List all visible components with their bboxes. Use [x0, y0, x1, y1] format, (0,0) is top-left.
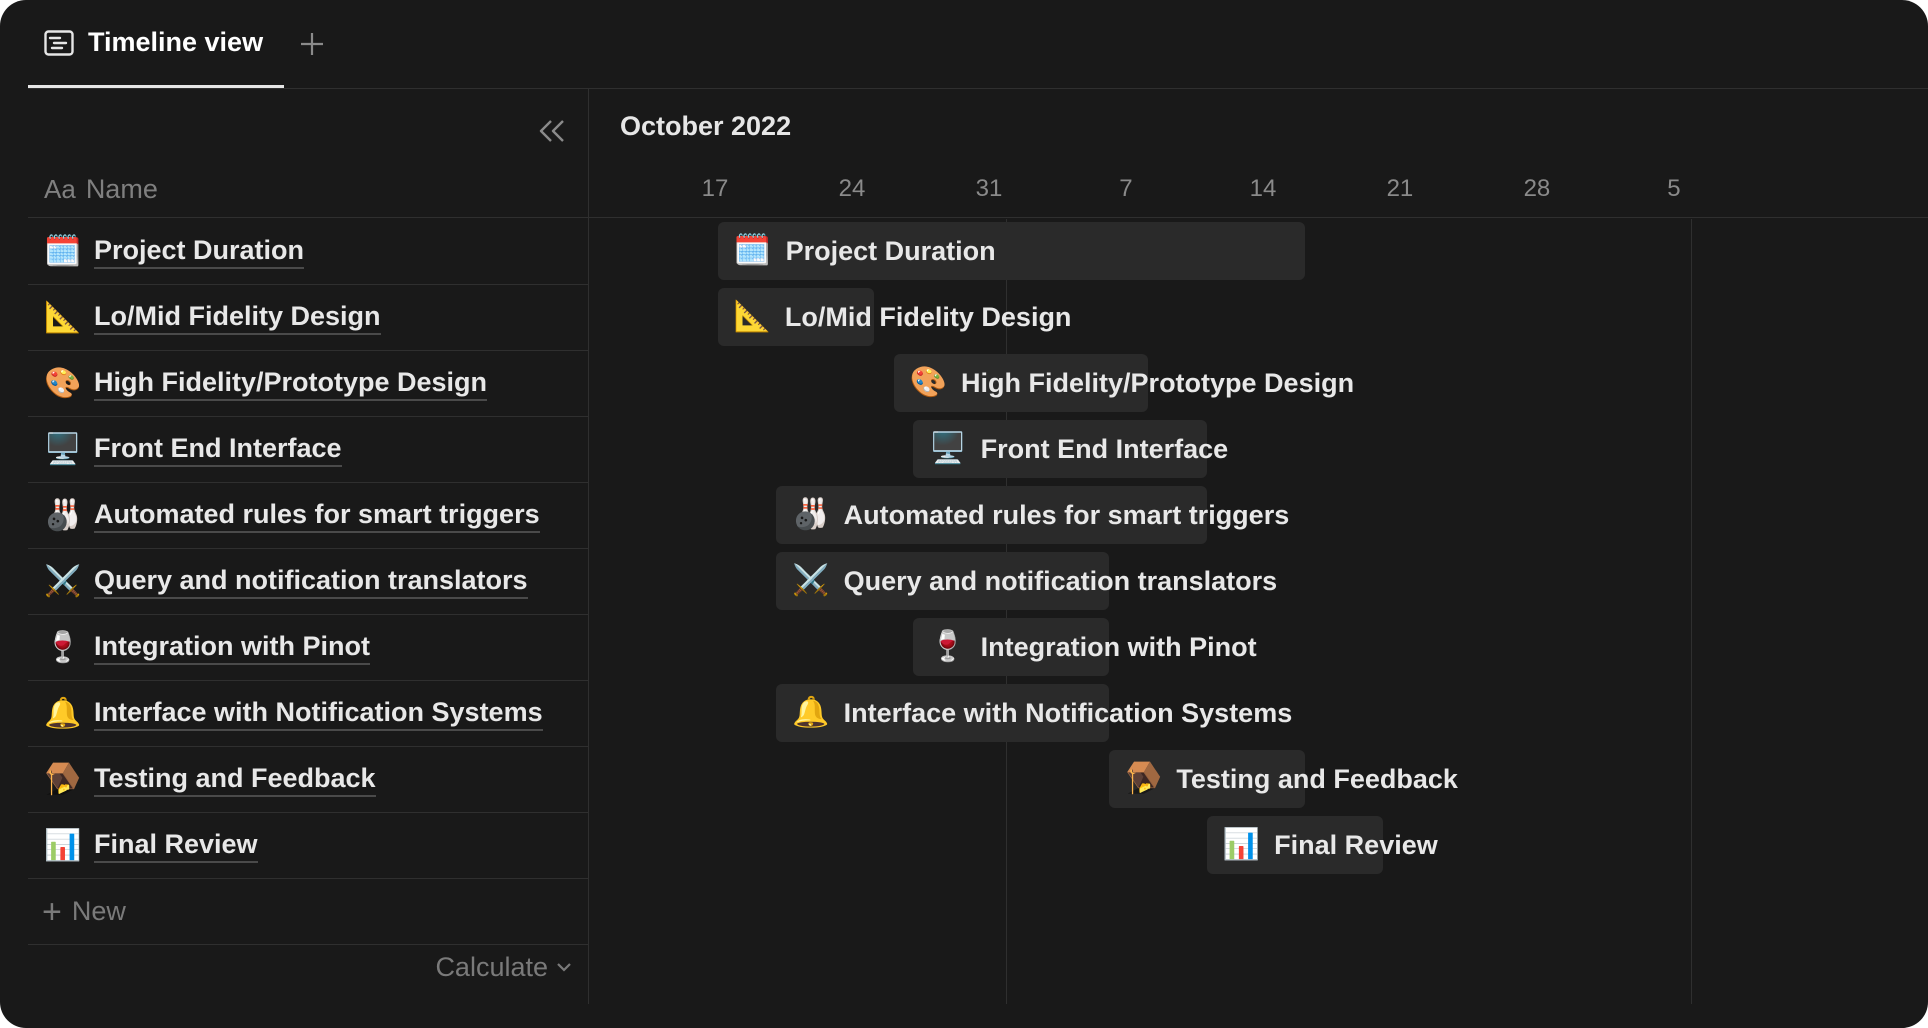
row-title[interactable]: Query and notification translators: [94, 565, 528, 599]
calendar-icon: 🗓️: [44, 234, 82, 268]
timeline-area[interactable]: October 2022 17 24 31 7 14 21 28 5 🗓️ Project Du…: [589, 89, 1928, 1004]
timeline-window: Timeline view Aa Name 🗓️ Project Duratio…: [0, 0, 1928, 1028]
desktop-computer-icon: 🖥️: [929, 432, 967, 465]
name-column-header[interactable]: Aa Name: [28, 161, 588, 218]
week-date-label: 5: [1667, 175, 1681, 202]
table-row[interactable]: 🔔 Interface with Notification Systems: [28, 681, 588, 747]
row-title[interactable]: Front End Interface: [94, 433, 342, 467]
timeline-bar[interactable]: ⚔️ Query and notification translators: [776, 552, 1277, 610]
calculate-label: Calculate: [435, 951, 548, 982]
table-row[interactable]: 🎳 Automated rules for smart triggers: [28, 483, 588, 549]
wine-glass-icon: 🍷: [44, 630, 82, 664]
timeline-bar-title: Testing and Feedback: [1176, 763, 1458, 794]
palette-icon: 🎨: [909, 366, 948, 399]
timeline-bar[interactable]: 🪤 Testing and Feedback: [1108, 750, 1458, 808]
row-title[interactable]: Integration with Pinot: [94, 631, 370, 665]
tab-timeline-view[interactable]: Timeline view: [28, 0, 284, 88]
timeline-icon: [44, 29, 74, 56]
timeline-bar[interactable]: 🍷 Integration with Pinot: [913, 618, 1257, 676]
timeline-bar-title: Integration with Pinot: [980, 631, 1257, 662]
timeline-bar-title: Project Duration: [785, 235, 996, 266]
week-date-label: 28: [1523, 175, 1551, 202]
row-title[interactable]: Automated rules for smart triggers: [94, 499, 540, 533]
timeline-bar[interactable]: 🎨 High Fidelity/Prototype Design: [893, 354, 1354, 412]
desktop-computer-icon: 🖥️: [44, 432, 82, 466]
timeline-bar[interactable]: 🎳 Automated rules for smart triggers: [776, 486, 1289, 544]
view-tabbar: Timeline view: [28, 0, 1928, 88]
bowling-icon: 🎳: [44, 498, 82, 532]
timeline-bar[interactable]: 🖥️ Front End Interface: [913, 420, 1228, 478]
timeline-bar[interactable]: 📐 Lo/Mid Fidelity Design: [717, 288, 1071, 346]
table-panel: Aa Name 🗓️ Project Duration 📐 Lo/Mid Fid…: [28, 89, 588, 1004]
triangular-ruler-icon: 📐: [733, 300, 771, 333]
week-date-label: 31: [975, 175, 1003, 202]
table-rows: 🗓️ Project Duration 📐 Lo/Mid Fidelity De…: [28, 219, 588, 945]
date-header: 17 24 31 7 14 21 28 5: [589, 161, 1928, 218]
table-row[interactable]: 🎨 High Fidelity/Prototype Design: [28, 351, 588, 417]
timeline-bar-title: Interface with Notification Systems: [843, 697, 1293, 728]
timeline-bar[interactable]: 🗓️ Project Duration: [717, 222, 1305, 280]
row-title[interactable]: Project Duration: [94, 235, 305, 269]
tab-label: Timeline view: [88, 27, 264, 57]
wine-glass-icon: 🍷: [929, 630, 967, 663]
mouse-trap-icon: 🪤: [1124, 762, 1163, 795]
table-row[interactable]: ⚔️ Query and notification translators: [28, 549, 588, 615]
crossed-swords-icon: ⚔️: [792, 564, 830, 597]
double-chevron-left-icon: [539, 120, 564, 142]
timeline-bar[interactable]: 📊 Final Review: [1206, 816, 1438, 874]
new-row-label: New: [71, 896, 126, 926]
plus-icon: +: [42, 892, 62, 931]
bar-chart-icon: 📊: [1222, 828, 1261, 861]
name-column-label: Name: [85, 173, 158, 204]
collapse-table-button[interactable]: [530, 111, 574, 151]
table-row[interactable]: 🖥️ Front End Interface: [28, 417, 588, 483]
bell-icon: 🔔: [44, 696, 82, 730]
timeline-bar-title: High Fidelity/Prototype Design: [961, 367, 1355, 398]
chevron-down-icon: [557, 963, 571, 972]
table-row[interactable]: 🗓️ Project Duration: [28, 219, 588, 285]
calculate-dropdown[interactable]: Calculate: [435, 947, 572, 987]
text-property-icon: Aa: [44, 173, 76, 204]
table-row[interactable]: 📐 Lo/Mid Fidelity Design: [28, 285, 588, 351]
timeline-bar-title: Final Review: [1274, 829, 1438, 860]
row-title[interactable]: Testing and Feedback: [94, 763, 376, 797]
month-label: October 2022: [620, 111, 792, 141]
timeline-bar-title: Front End Interface: [980, 433, 1229, 464]
week-date-label: 24: [838, 175, 866, 202]
timeline-bar-title: Lo/Mid Fidelity Design: [784, 301, 1072, 332]
week-gridline: [1005, 219, 1007, 1004]
week-gridline: [1690, 219, 1692, 1004]
palette-icon: 🎨: [44, 366, 82, 400]
week-date-label: 7: [1119, 175, 1133, 202]
table-row[interactable]: 📊 Final Review: [28, 813, 588, 879]
bowling-icon: 🎳: [792, 498, 830, 531]
timeline-bar[interactable]: 🔔 Interface with Notification Systems: [776, 684, 1292, 742]
week-date-label: 21: [1386, 175, 1414, 202]
week-date-label: 14: [1249, 175, 1277, 202]
triangular-ruler-icon: 📐: [44, 300, 82, 334]
calendar-icon: 🗓️: [733, 234, 772, 267]
timeline-bar-title: Query and notification translators: [843, 565, 1278, 596]
timeline-bar-title: Automated rules for smart triggers: [843, 499, 1290, 530]
table-row[interactable]: 🍷 Integration with Pinot: [28, 615, 588, 681]
row-title[interactable]: High Fidelity/Prototype Design: [94, 367, 488, 401]
crossed-swords-icon: ⚔️: [44, 564, 82, 598]
new-row-button[interactable]: + New: [28, 879, 588, 945]
row-title[interactable]: Final Review: [94, 829, 258, 863]
row-title[interactable]: Interface with Notification Systems: [94, 697, 543, 731]
plus-icon: [301, 33, 323, 55]
add-view-button[interactable]: [294, 26, 330, 62]
bell-icon: 🔔: [792, 696, 830, 729]
mouse-trap-icon: 🪤: [44, 762, 82, 796]
bar-chart-icon: 📊: [44, 828, 82, 862]
table-row[interactable]: 🪤 Testing and Feedback: [28, 747, 588, 813]
row-title[interactable]: Lo/Mid Fidelity Design: [94, 301, 381, 335]
week-date-label: 17: [701, 175, 729, 202]
